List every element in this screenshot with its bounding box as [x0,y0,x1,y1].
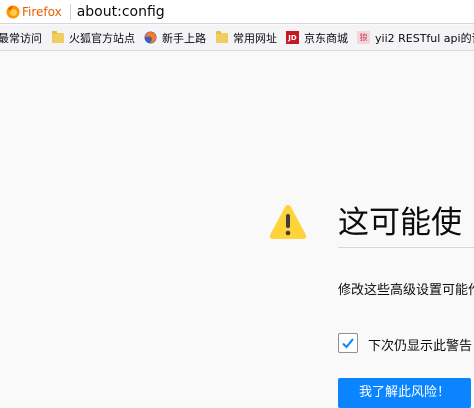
bookmarks-toolbar: 最常访问 火狐官方站点 新手上路 常用网址 JD 京东商城 狼 yii2 RES… [0,25,474,51]
firefox-icon [144,31,157,44]
bookmark-label: yii2 RESTful api的详... [375,31,474,45]
bookmark-common-sites[interactable]: 常用网址 [215,30,277,46]
firefox-logo-icon [6,5,20,18]
warning-description: 修改这些高级设置可能作。 [338,283,474,298]
bookmark-most-visited[interactable]: 最常访问 [0,30,42,46]
folder-icon [51,30,64,44]
identity-label[interactable]: Firefox [22,5,62,19]
bookmark-getting-started[interactable]: 新手上路 [144,30,206,46]
url-bar[interactable]: Firefox about:config [0,0,474,24]
bookmark-label: 火狐官方站点 [69,31,135,45]
bookmark-yii2[interactable]: 狼 yii2 RESTful api的详... [357,30,474,46]
url-input[interactable]: about:config [77,4,165,20]
warning-title: 这可能使 [338,205,462,241]
checkmark-icon [342,338,354,349]
bookmark-jd[interactable]: JD 京东商城 [286,30,348,46]
title-divider [338,247,474,248]
url-separator [69,3,71,20]
bookmark-firefox-site[interactable]: 火狐官方站点 [51,30,135,46]
bookmark-label: 最常访问 [0,31,42,45]
bookmark-label: 京东商城 [304,31,348,45]
jd-icon: JD [286,31,299,44]
bookmark-label: 常用网址 [233,31,277,45]
show-warning-checkbox[interactable] [338,333,358,353]
bookmark-label: 新手上路 [162,31,206,45]
yii-icon: 狼 [357,31,370,44]
warning-icon [269,205,307,239]
accept-risk-button[interactable]: 我了解此风险！ [338,378,471,408]
folder-icon [215,30,228,44]
show-warning-label[interactable]: 下次仍显示此警告 [368,335,472,354]
